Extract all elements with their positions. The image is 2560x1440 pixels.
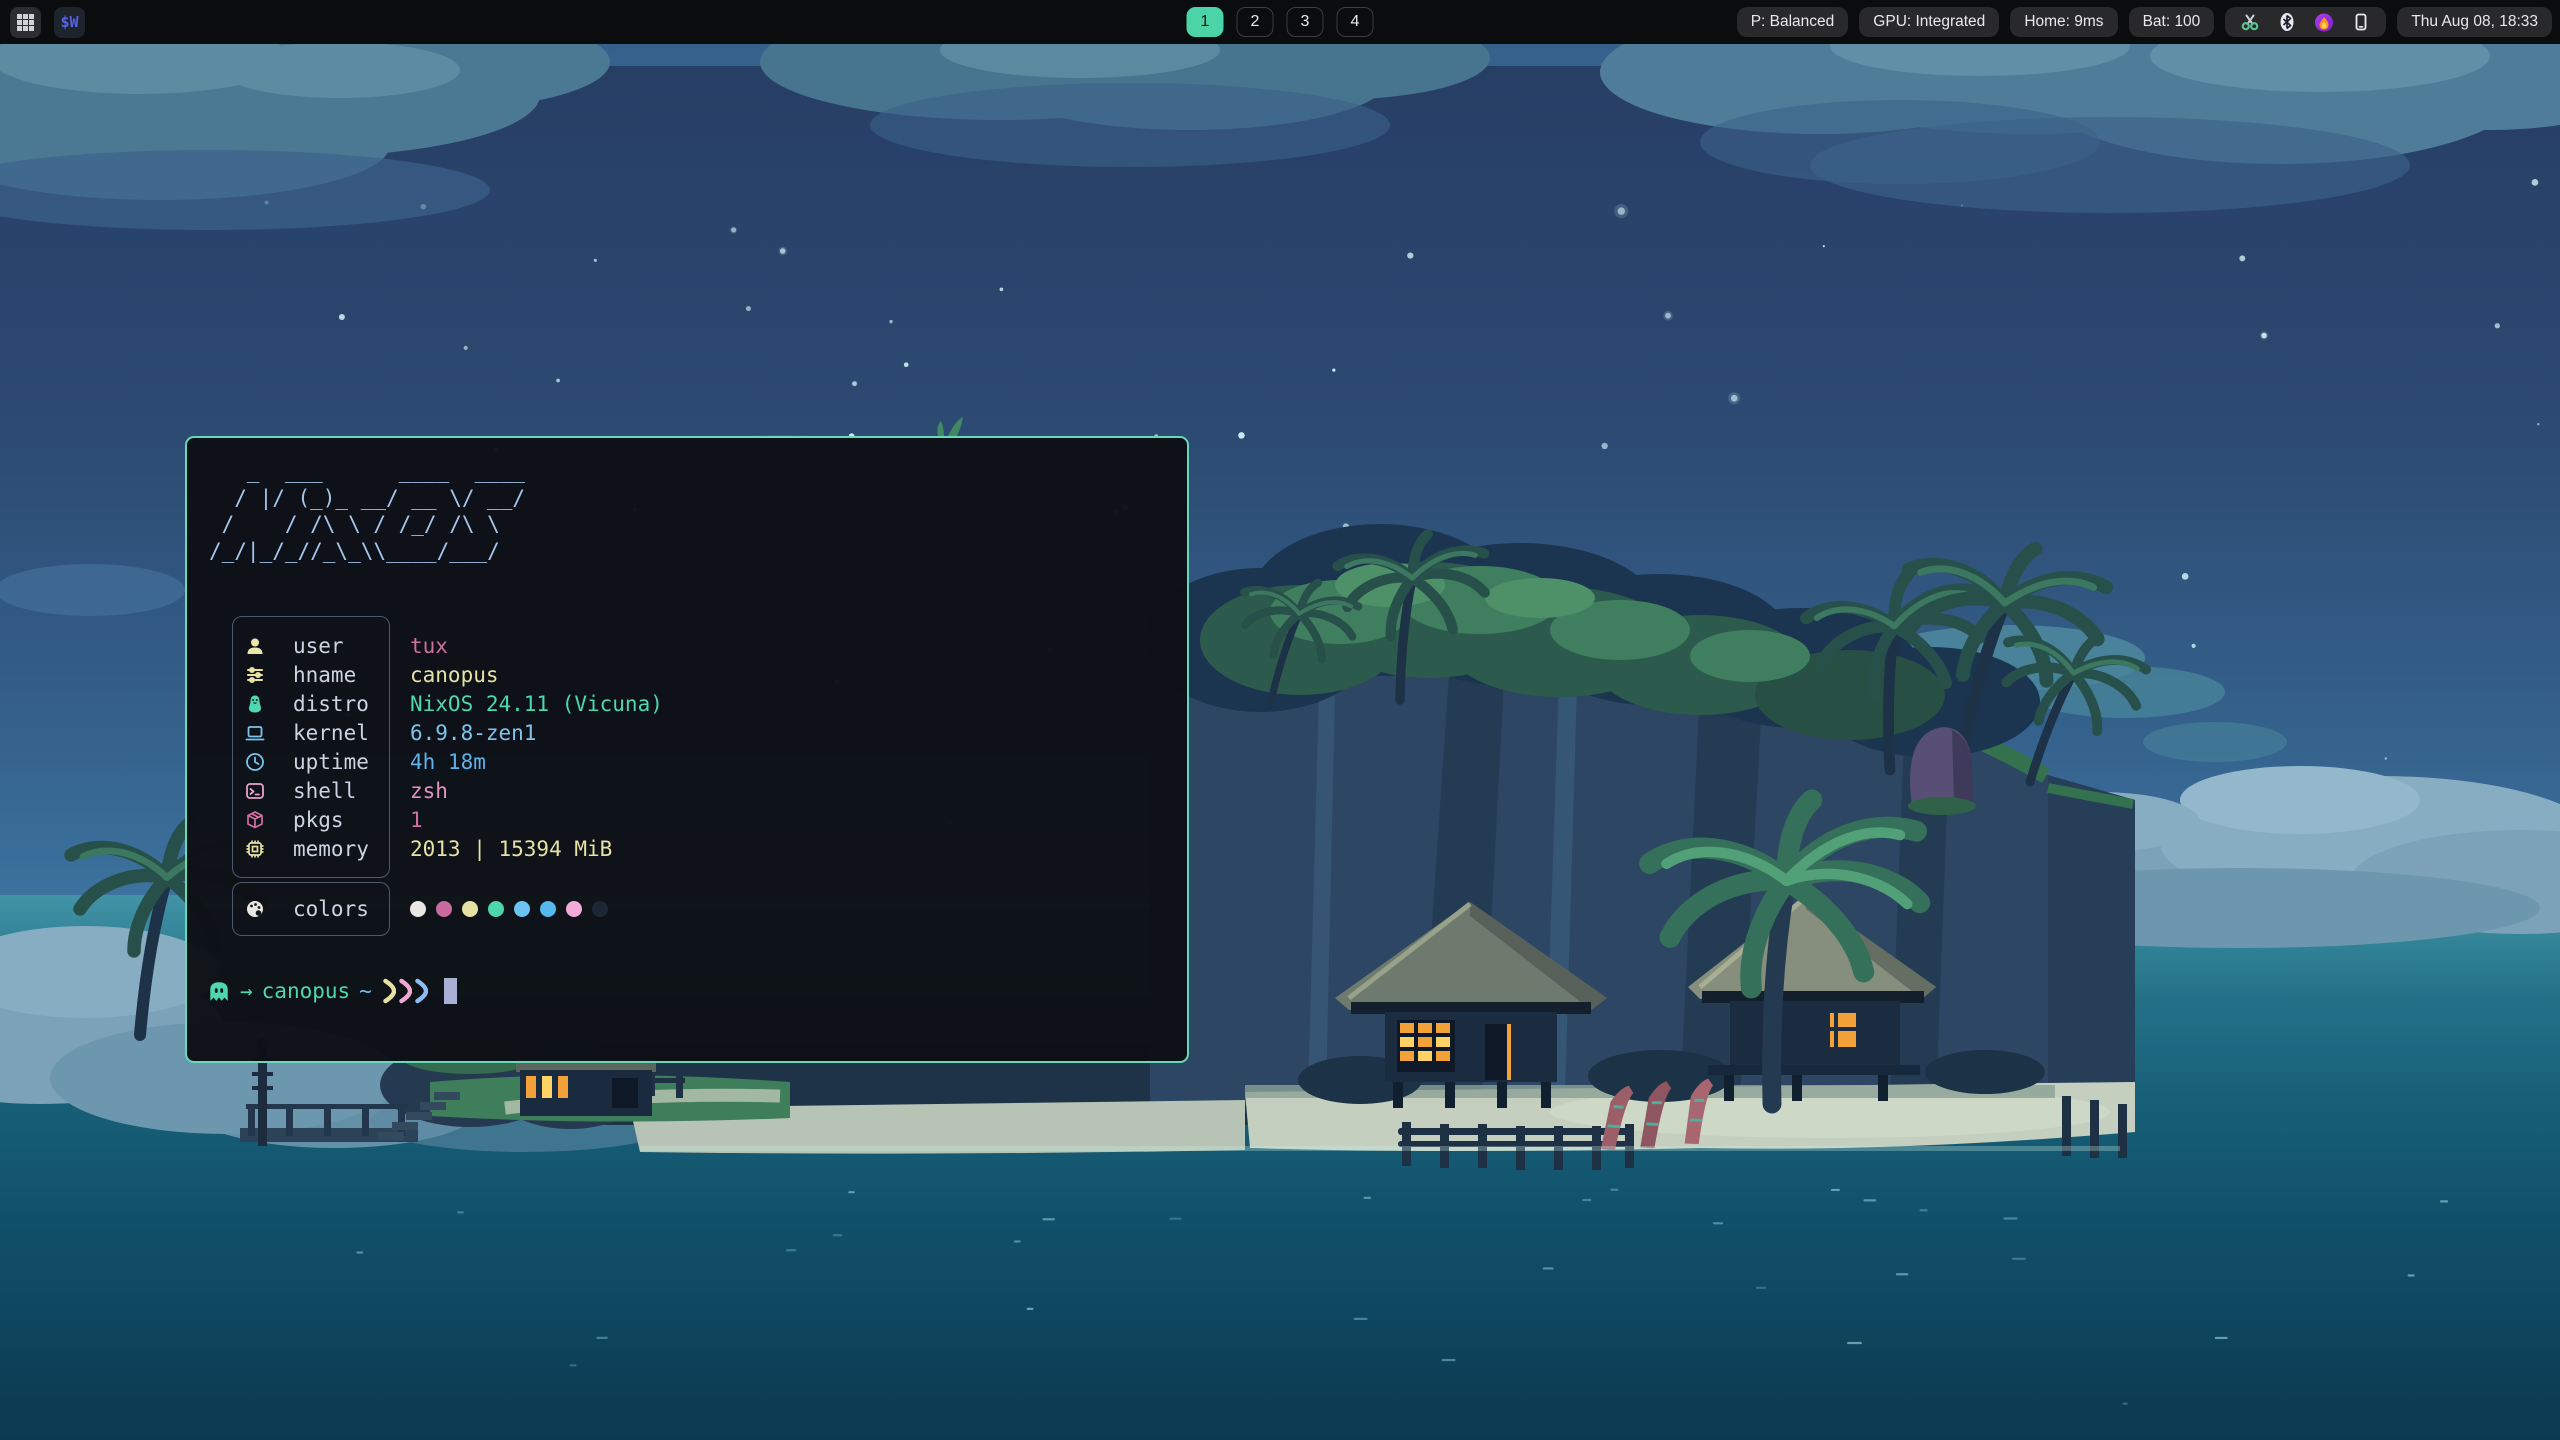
fetch-value: canopus: [410, 663, 499, 687]
pkgs-icon: [243, 809, 267, 831]
bar-right-group: P: Balanced GPU: Integrated Home: 9ms Bat: …: [1737, 0, 2552, 44]
prompt-path: ~: [359, 979, 372, 1003]
fetch-value: 2013 | 15394 MiB: [410, 837, 612, 861]
uptime-icon: [243, 751, 267, 773]
shell-prompt[interactable]: → canopus ~: [207, 978, 457, 1004]
fetch-value: 1: [410, 808, 423, 832]
bar-left-group: $W: [10, 0, 85, 44]
clock-text: Thu Aug 08, 18:33: [2411, 13, 2538, 31]
logo-button[interactable]: $W: [54, 7, 85, 38]
fetch-label: pkgs: [293, 808, 391, 832]
workspace-button-4[interactable]: 4: [1337, 7, 1374, 37]
fetch-row-shell: shell zsh: [232, 776, 1152, 805]
ascii-logo: _ ___ ____ ____ / |/ (_)_ __/ __ \/ __/ …: [209, 458, 525, 564]
fetch-row-pkgs: pkgs 1: [232, 805, 1152, 834]
ghost-icon: [207, 979, 231, 1003]
gpu-pill[interactable]: GPU: Integrated: [1859, 7, 1999, 37]
prompt-arrow: →: [240, 979, 253, 1003]
latency-pill[interactable]: Home: 9ms: [2010, 7, 2117, 37]
palette-icon: [243, 898, 267, 920]
palette-dot: [566, 901, 582, 917]
palette-dots: [410, 901, 608, 917]
fetch-label: hname: [293, 663, 391, 687]
fetch-label: kernel: [293, 721, 391, 745]
workspace-button-3[interactable]: 3: [1287, 7, 1324, 37]
palette-dot: [514, 901, 530, 917]
fetch-row-memory: memory 2013 | 15394 MiB: [232, 834, 1152, 863]
user-icon: [243, 635, 267, 657]
workspace-button-1[interactable]: 1: [1187, 7, 1224, 37]
app-launcher-button[interactable]: [10, 7, 41, 38]
apps-grid-icon: [17, 14, 34, 31]
fetch-label: memory: [293, 837, 391, 861]
fetch-row-hname: hname canopus: [232, 660, 1152, 689]
bluetooth-icon[interactable]: [2277, 12, 2297, 32]
fetch-value: NixOS 24.11 (Vicuna): [410, 692, 663, 716]
fetch-value: 4h 18m: [410, 750, 486, 774]
clock-pill[interactable]: Thu Aug 08, 18:33: [2397, 7, 2552, 37]
colors-row: colors: [232, 882, 1152, 936]
system-tray: [2225, 7, 2386, 37]
palette-dot: [540, 901, 556, 917]
phone-icon[interactable]: [2351, 12, 2371, 32]
palette-dot: [488, 901, 504, 917]
prompt-chevrons: [383, 978, 428, 1004]
shell-icon: [243, 780, 267, 802]
fetch-value: 6.9.8-zen1: [410, 721, 536, 745]
workspace-switcher: 1234: [1187, 0, 1374, 44]
scissors-icon[interactable]: [2240, 12, 2260, 32]
fetch-row-uptime: uptime 4h 18m: [232, 747, 1152, 776]
palette-dot: [462, 901, 478, 917]
fetch-row-kernel: kernel 6.9.8-zen1: [232, 718, 1152, 747]
logo-text: $W: [60, 13, 78, 31]
fetch-value: zsh: [410, 779, 448, 803]
fetch-label: distro: [293, 692, 391, 716]
terminal-window[interactable]: _ ___ ____ ____ / |/ (_)_ __/ __ \/ __/ …: [185, 436, 1189, 1063]
memory-icon: [243, 838, 267, 860]
workspace-button-2[interactable]: 2: [1237, 7, 1274, 37]
prompt-host: canopus: [262, 979, 351, 1003]
fetch-row-user: usertux: [232, 631, 1152, 660]
fetch-label: uptime: [293, 750, 391, 774]
fetch-label: shell: [293, 779, 391, 803]
palette-dot: [592, 901, 608, 917]
fetch-rows: usertux hname canopus distro NixOS 24.11 (Vi…: [232, 616, 1152, 863]
fetch-value: tux: [410, 634, 448, 658]
distro-icon: [243, 693, 267, 715]
flame-icon[interactable]: [2314, 12, 2334, 32]
text-cursor: [444, 978, 457, 1004]
waterline-foam: [640, 1146, 2120, 1151]
palette-dot: [436, 901, 452, 917]
hostname-icon: [243, 664, 267, 686]
top-bar: $W 1234 P: Balanced GPU: Integrated Home: …: [0, 0, 2560, 44]
palette-dot: [410, 901, 426, 917]
status-modules: P: Balanced GPU: Integrated Home: 9ms Bat: …: [1737, 7, 2215, 37]
colors-label: colors: [293, 897, 391, 921]
fetch-label: user: [293, 634, 391, 658]
power-profile-pill[interactable]: P: Balanced: [1737, 7, 1849, 37]
battery-pill[interactable]: Bat: 100: [2129, 7, 2215, 37]
kernel-icon: [243, 722, 267, 744]
fetch-row-distro: distro NixOS 24.11 (Vicuna): [232, 689, 1152, 718]
